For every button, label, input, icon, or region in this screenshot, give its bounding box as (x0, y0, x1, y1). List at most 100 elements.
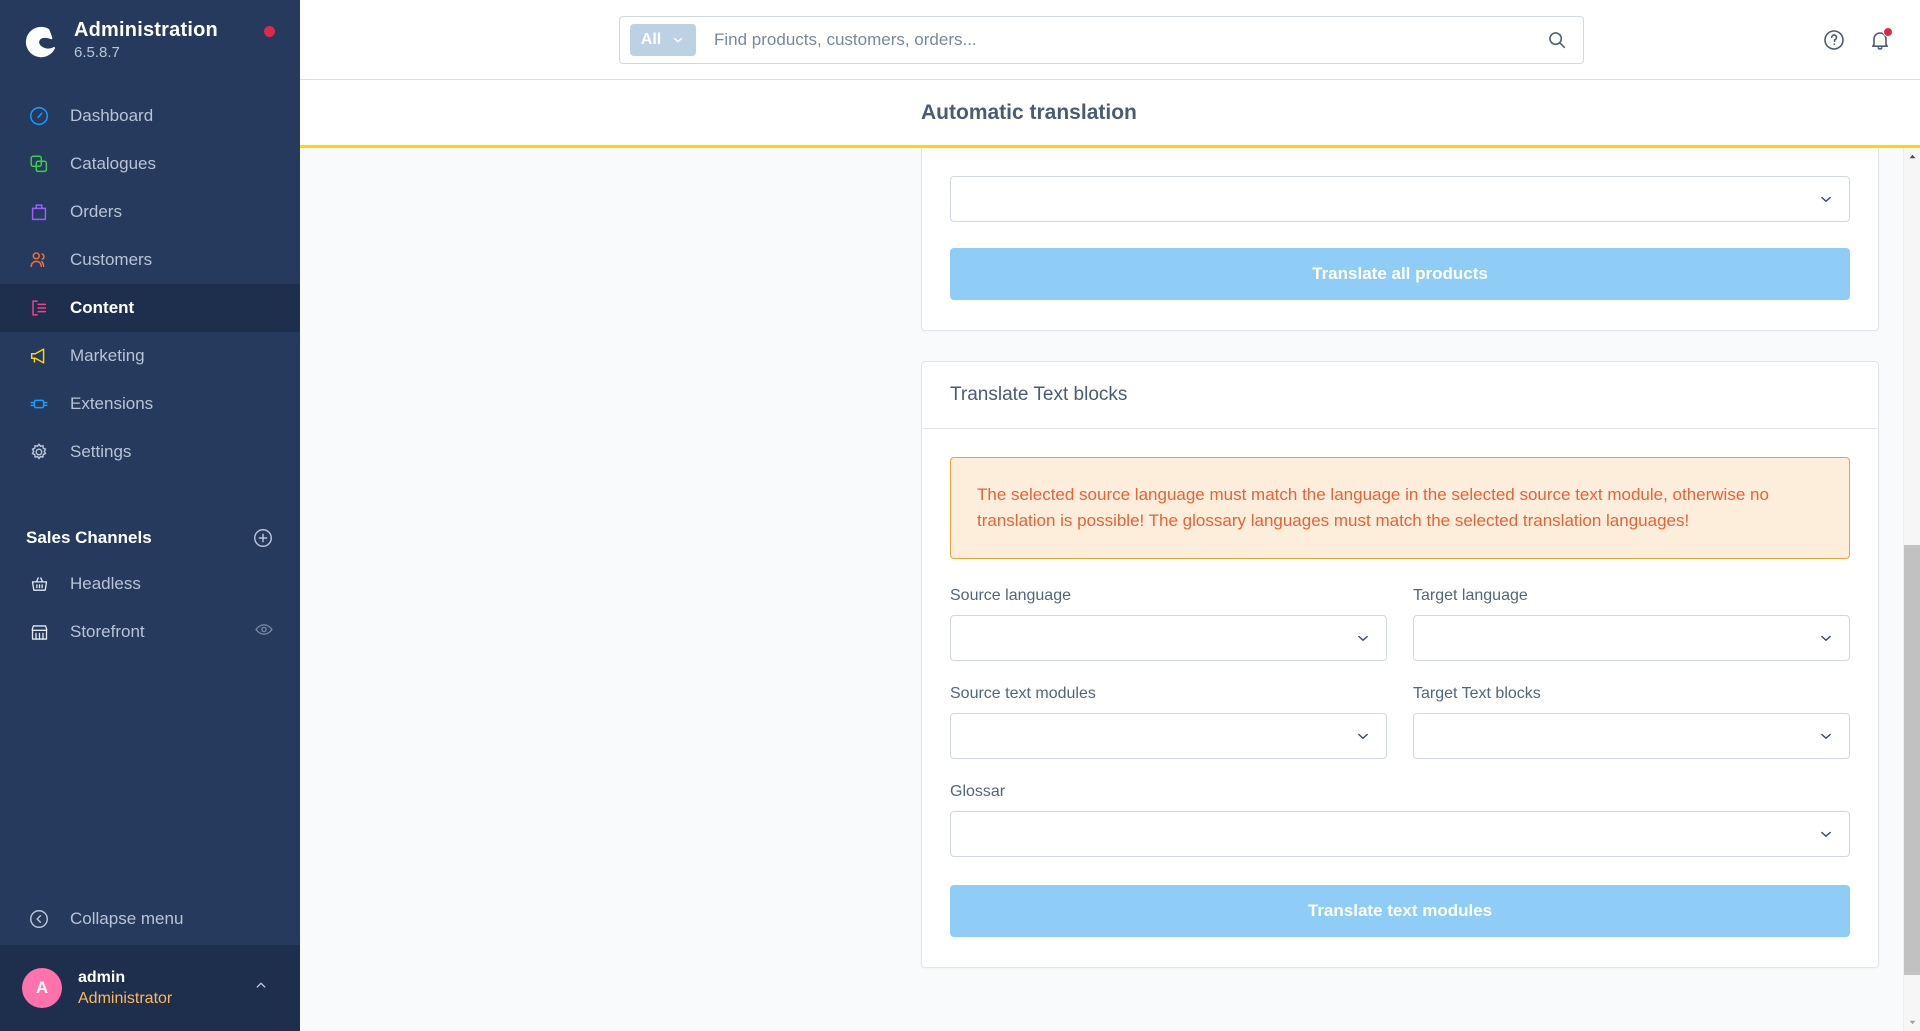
sidebar-version: 6.5.8.7 (74, 44, 120, 61)
card-title: Translate Text blocks (950, 384, 1128, 405)
sidebar-item-label: Dashboard (70, 106, 154, 125)
sidebar-item-label: Catalogues (70, 154, 157, 173)
sidebar-brand[interactable]: Administration 6.5.8.7 (0, 0, 300, 78)
bell-icon[interactable] (1868, 26, 1893, 52)
sidebar-title: Administration (74, 19, 218, 41)
search-scope-label: All (640, 31, 662, 48)
sidebar-item-settings[interactable]: Settings (0, 428, 300, 476)
topbar-icons (1822, 26, 1893, 52)
content-scroll-area: Translate all products Translate Text bl… (300, 148, 1920, 1031)
card-body: Translate all products (922, 148, 1878, 330)
global-search: All (619, 16, 1584, 64)
user-profile[interactable]: A admin Administrator (0, 945, 300, 1031)
sidebar-item-dashboard[interactable]: Dashboard (0, 92, 300, 140)
glossar-select[interactable] (950, 811, 1850, 857)
sidebar-item-label: Extensions (70, 394, 154, 413)
sidebar-channel-headless[interactable]: Headless (0, 560, 300, 608)
glossar-group: Glossar (950, 783, 1850, 857)
collapse-left-icon (26, 906, 52, 932)
dashboard-icon (26, 103, 52, 129)
translate-all-products-button[interactable]: Translate all products (950, 248, 1850, 300)
source-language-label: Source language (950, 587, 1071, 604)
sidebar-item-label: Content (70, 298, 135, 317)
collapse-menu-button[interactable]: Collapse menu (0, 893, 300, 945)
topbar: All (300, 0, 1920, 80)
target-text-blocks-label: Target Text blocks (1413, 685, 1541, 702)
storefront-icon (26, 619, 52, 645)
sidebar-item-extensions[interactable]: Extensions (0, 380, 300, 428)
target-language-label: Target language (1413, 587, 1528, 604)
sidebar-notification-dot (264, 26, 275, 37)
basket-icon (26, 571, 52, 597)
chevron-down-icon (1817, 727, 1835, 745)
eye-icon[interactable] (254, 620, 274, 645)
translate-text-modules-button[interactable]: Translate text modules (950, 885, 1850, 937)
sales-channels-section: Sales Channels (0, 516, 300, 560)
user-name: admin (78, 969, 126, 986)
target-text-blocks-group: Target Text blocks (1413, 685, 1850, 759)
language-row: Source language Target language (950, 587, 1850, 661)
content-icon (26, 295, 52, 321)
sidebar-channel-label: Headless (70, 574, 141, 593)
card-header: Translate Text blocks (922, 362, 1878, 429)
caret-up-icon[interactable] (1904, 148, 1920, 165)
chevron-down-icon (671, 33, 685, 47)
target-text-blocks-select[interactable] (1413, 713, 1850, 759)
sidebar-channel-storefront[interactable]: Storefront (0, 608, 300, 656)
settings-icon (26, 439, 52, 465)
sidebar-item-label: Marketing (70, 346, 145, 365)
source-text-modules-label: Source text modules (950, 685, 1096, 702)
customers-icon (26, 247, 52, 273)
orders-icon (26, 199, 52, 225)
app-root: Administration 6.5.8.7 Dashboard Catalog… (0, 0, 1920, 1031)
sidebar-nav: Dashboard Catalogues Orders Customers Co… (0, 92, 300, 476)
vertical-scrollbar[interactable] (1903, 148, 1920, 1031)
sidebar-item-label: Settings (70, 442, 132, 461)
source-text-modules-group: Source text modules (950, 685, 1387, 759)
chevron-down-icon (1817, 629, 1835, 647)
catalogues-icon (26, 151, 52, 177)
text-modules-row: Source text modules Target Text blocks (950, 685, 1850, 759)
collapse-menu-label: Collapse menu (70, 909, 184, 928)
user-role: Administrator (78, 990, 173, 1007)
chevron-down-icon (1354, 727, 1372, 745)
notification-badge (1883, 26, 1893, 37)
chevron-up-icon[interactable] (252, 977, 270, 1000)
sidebar-item-customers[interactable]: Customers (0, 236, 300, 284)
sidebar: Administration 6.5.8.7 Dashboard Catalog… (0, 0, 300, 1031)
sales-channels-title: Sales Channels (26, 528, 152, 547)
sidebar-item-marketing[interactable]: Marketing (0, 332, 300, 380)
sidebar-item-orders[interactable]: Orders (0, 188, 300, 236)
source-language-group: Source language (950, 587, 1387, 661)
translate-all-products-card: Translate all products (921, 148, 1879, 331)
page-header: Automatic translation (300, 80, 1920, 148)
content-inner: Translate all products Translate Text bl… (921, 148, 1879, 968)
chevron-down-icon (1817, 825, 1835, 843)
target-language-group: Target language (1413, 587, 1850, 661)
search-icon[interactable] (1531, 17, 1583, 63)
sidebar-brand-text: Administration 6.5.8.7 (74, 19, 218, 63)
plus-circle-icon[interactable] (252, 527, 274, 549)
warning-alert: The selected source language must match … (950, 457, 1850, 559)
sidebar-item-content[interactable]: Content (0, 284, 300, 332)
target-language-select[interactable] (1413, 615, 1850, 661)
sidebar-item-catalogues[interactable]: Catalogues (0, 140, 300, 188)
source-text-modules-select[interactable] (950, 713, 1387, 759)
extensions-icon (26, 391, 52, 417)
scrollbar-thumb[interactable] (1904, 545, 1920, 975)
caret-down-icon[interactable] (1904, 1014, 1920, 1031)
sidebar-item-label: Customers (70, 250, 153, 269)
search-input[interactable] (714, 30, 1531, 50)
card-body: The selected source language must match … (922, 429, 1878, 967)
translate-text-blocks-card: Translate Text blocks The selected sourc… (921, 361, 1879, 968)
product-translation-select[interactable] (950, 176, 1850, 222)
warning-alert-text: The selected source language must match … (977, 485, 1769, 530)
marketing-icon (26, 343, 52, 369)
sidebar-channel-label: Storefront (70, 622, 145, 641)
search-scope-selector[interactable]: All (630, 24, 696, 56)
source-language-select[interactable] (950, 615, 1387, 661)
glossar-label: Glossar (950, 783, 1006, 800)
main-area: All Find products, customers, orders... … (300, 0, 1920, 1031)
question-circle-icon[interactable] (1822, 28, 1846, 52)
